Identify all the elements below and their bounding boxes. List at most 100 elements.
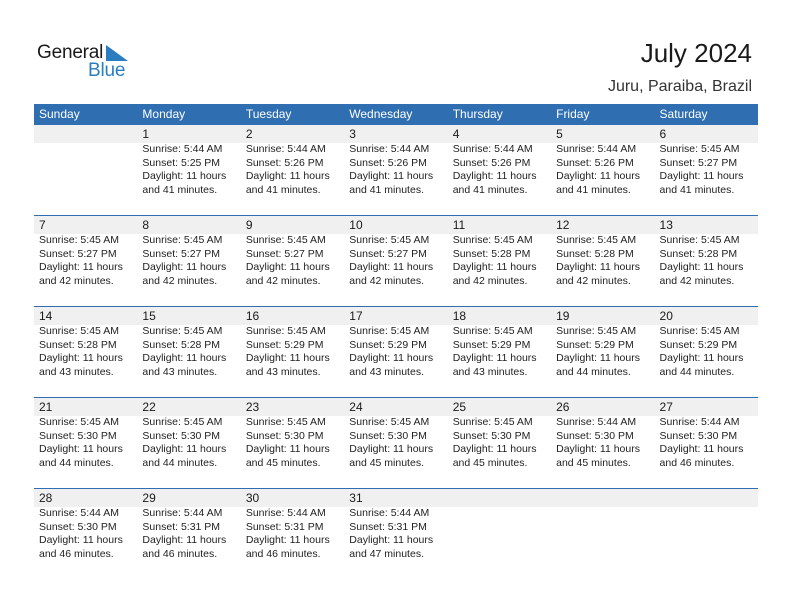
sunrise-time: Sunrise: 5:45 AM <box>245 416 326 428</box>
daylight-hours: Daylight: 11 hours <box>452 261 537 273</box>
daylight-minutes: and 41 minutes. <box>452 183 528 196</box>
weekday-thursday: Thursday <box>452 107 503 121</box>
week-row: 14 Sunrise: 5:45 AM Sunset: 5:28 PM Dayligh… <box>34 306 758 397</box>
sunset-time: Sunset: 5:26 PM <box>349 156 427 169</box>
day-cell: 16 Sunrise: 5:45 AM Sunset: 5:29 PM Dayligh… <box>241 307 344 379</box>
day-cell: 17 Sunrise: 5:45 AM Sunset: 5:29 PM Dayligh… <box>344 307 447 379</box>
day-cell: 1 Sunrise: 5:44 AM Sunset: 5:25 PM Daylight… <box>137 125 240 197</box>
sunrise-time: Sunrise: 5:45 AM <box>39 325 119 337</box>
sunset-time: Sunset: 5:27 PM <box>349 247 427 260</box>
day-number: 18 <box>452 309 467 323</box>
day-cell: 23 Sunrise: 5:45 AM Sunset: 5:30 PM Dayligh… <box>241 398 344 470</box>
daylight-minutes: and 44 minutes. <box>556 365 631 378</box>
sunrise-time: Sunrise: 5:44 AM <box>245 143 326 155</box>
day-number: 1 <box>142 127 150 141</box>
empty-day-cell <box>551 489 654 561</box>
calendar-weeks: 1 Sunrise: 5:44 AM Sunset: 5:25 PM Daylight… <box>34 125 758 579</box>
sunset-time: Sunset: 5:29 PM <box>556 338 634 351</box>
sunrise-time: Sunrise: 5:45 AM <box>659 234 740 246</box>
sunset-time: Sunset: 5:28 PM <box>659 247 738 260</box>
daylight-hours: Daylight: 11 hours <box>142 352 227 364</box>
daylight-hours: Daylight: 11 hours <box>245 261 330 273</box>
logo-text-blue: Blue <box>88 60 126 81</box>
daylight-hours: Daylight: 11 hours <box>245 534 330 546</box>
sunset-time: Sunset: 5:28 PM <box>142 338 221 351</box>
sunset-time: Sunset: 5:30 PM <box>39 520 117 533</box>
sunrise-time: Sunrise: 5:44 AM <box>349 507 430 519</box>
day-number: 22 <box>142 400 156 414</box>
empty-day-cell <box>34 125 137 197</box>
weekday-saturday: Saturday <box>659 107 708 121</box>
daylight-hours: Daylight: 11 hours <box>556 261 640 273</box>
daylight-minutes: and 47 minutes. <box>349 547 424 560</box>
day-number: 23 <box>245 400 260 414</box>
weekday-header: Sunday Monday Tuesday Wednesday Thursday… <box>34 104 758 125</box>
sunset-time: Sunset: 5:30 PM <box>452 429 531 442</box>
day-cell: 11 Sunrise: 5:45 AM Sunset: 5:28 PM Dayligh… <box>448 216 551 288</box>
daylight-minutes: and 42 minutes. <box>349 274 424 287</box>
day-number: 5 <box>556 127 563 141</box>
sunrise-time: Sunrise: 5:45 AM <box>349 325 430 337</box>
sunset-time: Sunset: 5:29 PM <box>349 338 427 351</box>
logo: General Blue <box>37 42 137 82</box>
day-number: 4 <box>452 127 460 141</box>
daylight-hours: Daylight: 11 hours <box>39 534 123 546</box>
day-number: 28 <box>39 491 53 505</box>
sunrise-time: Sunrise: 5:45 AM <box>556 234 637 246</box>
sunrise-time: Sunrise: 5:44 AM <box>142 507 223 519</box>
sunrise-time: Sunrise: 5:44 AM <box>556 143 637 155</box>
day-number: 15 <box>142 309 156 323</box>
daylight-hours: Daylight: 11 hours <box>349 170 434 182</box>
daylight-hours: Daylight: 11 hours <box>245 352 330 364</box>
daylight-hours: Daylight: 11 hours <box>245 443 330 455</box>
day-cell: 29 Sunrise: 5:44 AM Sunset: 5:31 PM Dayligh… <box>137 489 240 561</box>
day-cell: 20 Sunrise: 5:45 AM Sunset: 5:29 PM Dayligh… <box>655 307 758 379</box>
sunset-time: Sunset: 5:28 PM <box>39 338 117 351</box>
sunset-time: Sunset: 5:27 PM <box>245 247 324 260</box>
day-number: 21 <box>39 400 53 414</box>
sunset-time: Sunset: 5:31 PM <box>245 520 324 533</box>
day-cell: 19 Sunrise: 5:45 AM Sunset: 5:29 PM Dayligh… <box>551 307 654 379</box>
daylight-minutes: and 42 minutes. <box>142 274 218 287</box>
daylight-minutes: and 42 minutes. <box>556 274 631 287</box>
sunset-time: Sunset: 5:25 PM <box>142 156 221 169</box>
sunset-time: Sunset: 5:27 PM <box>39 247 117 260</box>
daylight-minutes: and 42 minutes. <box>39 274 114 287</box>
week-row: 21 Sunrise: 5:45 AM Sunset: 5:30 PM Dayligh… <box>34 397 758 488</box>
week-days: 28 Sunrise: 5:44 AM Sunset: 5:30 PM Dayligh… <box>34 489 758 561</box>
location-subtitle: Juru, Paraiba, Brazil <box>607 78 752 95</box>
day-cell: 27 Sunrise: 5:44 AM Sunset: 5:30 PM Dayligh… <box>655 398 758 470</box>
sunset-time: Sunset: 5:30 PM <box>556 429 634 442</box>
weekday-sunday: Sunday <box>39 107 80 121</box>
day-number: 16 <box>245 309 260 323</box>
sunrise-time: Sunrise: 5:45 AM <box>245 325 326 337</box>
week-row: 28 Sunrise: 5:44 AM Sunset: 5:30 PM Dayligh… <box>34 488 758 579</box>
calendar: Sunday Monday Tuesday Wednesday Thursday… <box>34 104 758 579</box>
day-number: 24 <box>349 400 363 414</box>
daylight-hours: Daylight: 11 hours <box>349 352 434 364</box>
day-number: 2 <box>245 127 253 141</box>
sunrise-time: Sunrise: 5:45 AM <box>349 234 430 246</box>
sunrise-time: Sunrise: 5:45 AM <box>659 325 740 337</box>
daylight-hours: Daylight: 11 hours <box>349 261 434 273</box>
sunset-time: Sunset: 5:31 PM <box>142 520 221 533</box>
day-cell: 15 Sunrise: 5:45 AM Sunset: 5:28 PM Dayligh… <box>137 307 240 379</box>
sunset-time: Sunset: 5:27 PM <box>142 247 221 260</box>
daylight-hours: Daylight: 11 hours <box>452 170 537 182</box>
empty-day-cell <box>448 489 551 561</box>
day-cell: 14 Sunrise: 5:45 AM Sunset: 5:28 PM Dayligh… <box>34 307 137 379</box>
day-cell: 21 Sunrise: 5:45 AM Sunset: 5:30 PM Dayligh… <box>34 398 137 470</box>
day-cell: 4 Sunrise: 5:44 AM Sunset: 5:26 PM Daylight… <box>448 125 551 197</box>
daylight-minutes: and 46 minutes. <box>39 547 114 560</box>
day-number: 11 <box>452 218 466 232</box>
day-number: 25 <box>452 400 467 414</box>
day-cell: 10 Sunrise: 5:45 AM Sunset: 5:27 PM Dayligh… <box>344 216 447 288</box>
sunrise-time: Sunrise: 5:45 AM <box>39 416 119 428</box>
daylight-hours: Daylight: 11 hours <box>452 443 537 455</box>
sunrise-time: Sunrise: 5:44 AM <box>452 143 533 155</box>
daylight-hours: Daylight: 11 hours <box>659 352 744 364</box>
daylight-minutes: and 45 minutes. <box>556 456 631 469</box>
day-number: 31 <box>349 491 363 505</box>
daylight-minutes: and 44 minutes. <box>659 365 735 378</box>
daylight-hours: Daylight: 11 hours <box>142 170 227 182</box>
